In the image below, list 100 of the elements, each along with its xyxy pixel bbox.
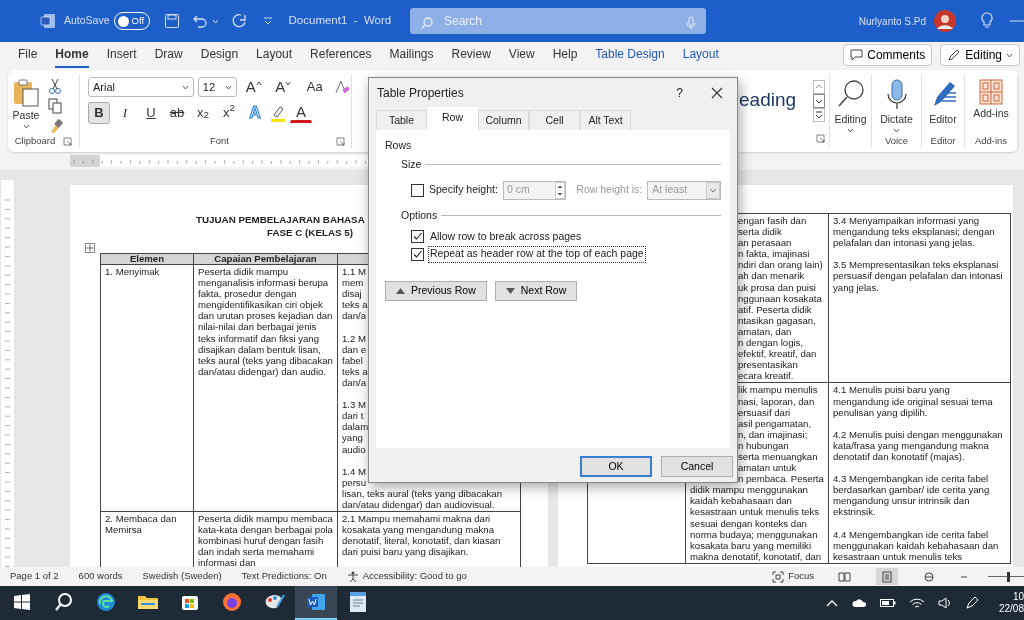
lightbulb-icon[interactable] <box>980 12 994 30</box>
ribbon-tab[interactable]: Help <box>552 42 578 68</box>
ribbon-tab[interactable]: Draw <box>154 42 183 68</box>
zoom-slider[interactable] <box>988 570 1024 583</box>
caret-icon[interactable] <box>211 18 219 24</box>
wifi-icon[interactable] <box>909 597 925 609</box>
shrink-font-button[interactable]: A <box>270 76 297 98</box>
folder-icon <box>137 593 159 611</box>
highlighter-icon[interactable] <box>270 104 286 122</box>
format-painter-icon[interactable] <box>48 118 64 134</box>
style-gallery-item[interactable]: eading <box>739 88 797 112</box>
dialog-tab[interactable]: Column <box>478 110 529 130</box>
ribbon-tab[interactable]: Mailings <box>389 42 434 68</box>
help-button[interactable]: ? <box>676 84 683 102</box>
search-field[interactable]: Search <box>410 8 706 34</box>
status-text[interactable]: Accessibility: Good to go <box>362 569 467 584</box>
dialog-tab[interactable]: Cell <box>529 110 580 130</box>
focus-icon[interactable] <box>772 570 785 583</box>
nav-button[interactable]: Previous Row <box>385 281 487 302</box>
font-color-button[interactable]: A <box>290 103 312 123</box>
customize-icon[interactable] <box>262 16 273 26</box>
ribbon-tab[interactable]: Insert <box>106 42 137 68</box>
font-size-select[interactable]: 12 <box>197 77 238 97</box>
dialog-tab[interactable]: Row <box>427 107 478 130</box>
dialog-button[interactable]: OK <box>580 456 652 477</box>
cell-text: 4.3 Mengembangkan ide cerita fabel berdasarkan gambar/ ide cerita yang mengandung unsur intrinsik dan ekstrinsik. <box>833 473 991 518</box>
caret-icon <box>285 81 292 86</box>
cell-text: dan/a <box>342 310 366 322</box>
checkbox-label[interactable]: Allow row to break across pages <box>429 228 583 244</box>
group-label: Add-ins <box>973 134 1009 148</box>
ribbon-tab[interactable]: Design <box>200 42 239 68</box>
ribbon-button[interactable]: Editing <box>830 74 871 134</box>
ribbon-tab[interactable]: Table Design <box>595 42 665 68</box>
dialog-tab[interactable]: Alt Text <box>580 110 631 130</box>
header-button[interactable]: Comments <box>843 44 933 66</box>
cell-text: yang <box>342 432 363 444</box>
scroll-down-icon[interactable] <box>813 94 825 108</box>
format-button[interactable]: x$_{2}$ <box>192 102 214 124</box>
accessibility-icon[interactable] <box>346 570 359 583</box>
dialog-launcher-icon[interactable] <box>63 136 73 146</box>
ribbon-button[interactable]: Add-ins <box>965 74 1017 134</box>
header-button[interactable]: Editing <box>940 44 1020 66</box>
ribbon-tab[interactable]: Layout <box>682 42 719 68</box>
table-move-handle-icon[interactable] <box>85 243 95 254</box>
checkbox-label[interactable]: Specify height: <box>429 182 498 198</box>
cell-text: disaj <box>342 288 362 300</box>
checkbox[interactable] <box>411 183 424 197</box>
cell-text: persu <box>342 476 366 488</box>
ribbon-button[interactable]: Editor <box>922 74 964 134</box>
dialog-button[interactable]: Cancel <box>661 456 733 477</box>
checkbox-label[interactable]: Repeat as header row at the top of each page <box>429 246 645 262</box>
change-case-button[interactable]: Aa <box>300 76 330 98</box>
cell-text: kosakata baru yang memiliki <box>690 539 812 551</box>
ribbon-tab[interactable]: File <box>18 42 38 68</box>
format-button[interactable]: I <box>114 102 136 124</box>
format-button[interactable]: B <box>88 102 110 124</box>
dialog-launcher-icon[interactable] <box>336 137 345 147</box>
nav-button[interactable]: Next Row <box>494 281 578 302</box>
clock-time[interactable]: 10 <box>1012 591 1024 603</box>
font-name-select[interactable]: Arial <box>88 77 194 97</box>
document-title: TUJUAN PEMBELAJARAN BAHASA <box>196 213 365 226</box>
paste-button[interactable]: Paste <box>12 74 40 134</box>
clock-date[interactable]: 22/08 <box>998 603 1024 615</box>
chevron-up-icon[interactable] <box>826 599 838 607</box>
word-logo-icon[interactable] <box>40 13 56 29</box>
copy-icon[interactable] <box>48 98 62 114</box>
cell-text: fabel <box>342 354 363 366</box>
battery-icon[interactable] <box>880 598 896 608</box>
ribbon-tab[interactable]: View <box>508 42 535 68</box>
ribbon-tab[interactable]: Home <box>55 42 89 68</box>
format-button[interactable]: ab <box>166 102 188 124</box>
checkbox[interactable] <box>411 229 424 243</box>
ribbon-tab[interactable]: Review <box>451 42 491 68</box>
grow-font-button[interactable]: A <box>241 76 267 98</box>
pen-icon[interactable] <box>965 596 979 610</box>
volume-icon[interactable] <box>938 597 952 609</box>
clear-formatting-icon[interactable] <box>333 78 351 96</box>
redo-icon[interactable] <box>230 13 249 29</box>
save-icon[interactable] <box>163 13 180 29</box>
cloud-icon[interactable] <box>851 598 867 608</box>
notepad-icon <box>348 591 368 613</box>
slider-thumb[interactable] <box>1006 571 1010 582</box>
cut-icon[interactable] <box>48 78 62 94</box>
ribbon-tab[interactable]: References <box>310 42 372 68</box>
avatar-icon[interactable] <box>934 10 956 32</box>
more-icon[interactable] <box>813 108 825 122</box>
ribbon-button[interactable]: Dictate <box>872 74 921 134</box>
ribbon-tab[interactable]: Layout <box>256 42 293 68</box>
dialog-launcher-icon[interactable] <box>816 134 825 144</box>
caret-icon <box>181 84 189 90</box>
read-view-icon <box>838 570 852 583</box>
status-text[interactable]: Focus <box>788 569 814 584</box>
format-button[interactable]: U <box>140 102 162 124</box>
section-label: Rows <box>385 138 413 153</box>
cell-text: n, dan imajinasi; <box>738 428 808 440</box>
checkbox[interactable] <box>411 247 424 261</box>
close-icon[interactable] <box>711 87 723 99</box>
undo-icon[interactable] <box>191 13 210 29</box>
format-button[interactable]: x$^{2}$ <box>218 102 240 124</box>
dialog-tab[interactable]: Table <box>376 110 427 130</box>
